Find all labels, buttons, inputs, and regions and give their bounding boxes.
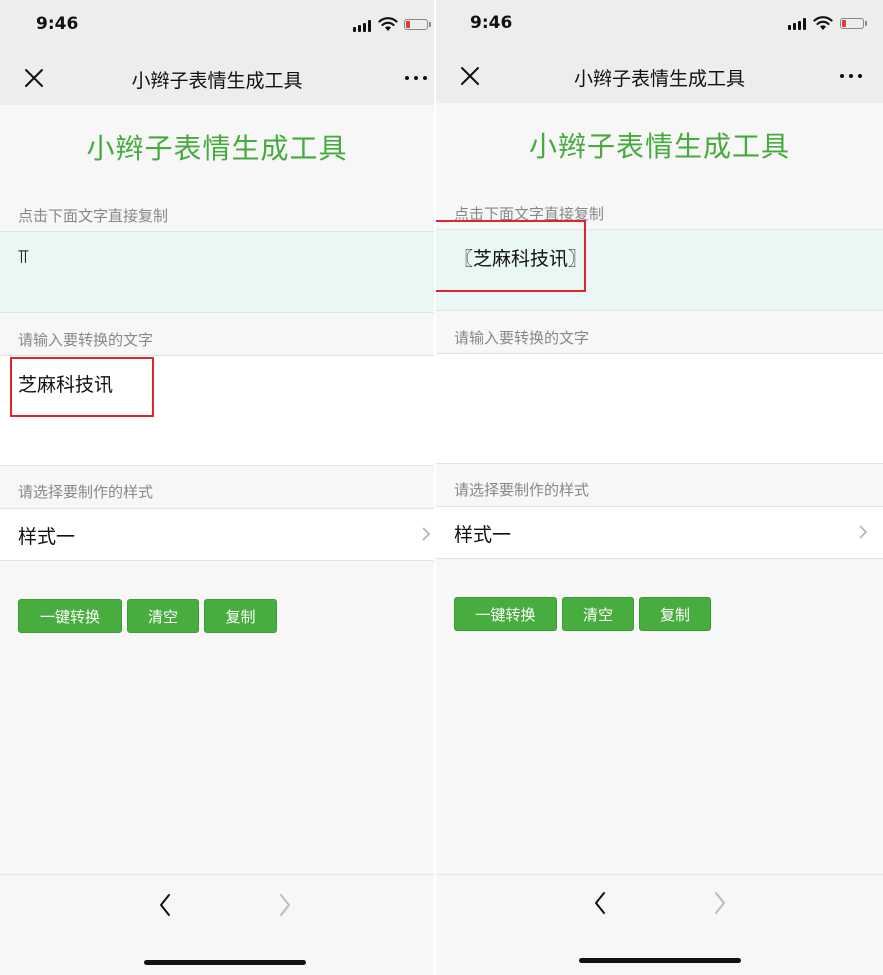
app-title: 小辫子表情生成工具 xyxy=(86,132,348,165)
status-time: 9:46 xyxy=(470,13,513,33)
status-time: 9:46 xyxy=(36,14,79,34)
convert-button[interactable]: 一键转换 xyxy=(18,599,122,633)
tool-content: 小辫子表情生成工具 点击下面文字直接复制 ⫪ 请输入要转换的文字 芝麻科技讯 请… xyxy=(0,105,434,875)
status-bar: 9:46 xyxy=(0,0,434,52)
battery-icon xyxy=(404,19,431,30)
copy-button[interactable]: 复制 xyxy=(204,599,277,633)
style-select-value: 样式一 xyxy=(18,526,76,548)
copy-button[interactable]: 复制 xyxy=(639,597,711,631)
highlight-box xyxy=(10,357,154,417)
forward-arrow-icon[interactable] xyxy=(278,893,292,917)
style-select[interactable]: 样式一 xyxy=(0,508,434,561)
back-arrow-icon[interactable] xyxy=(158,893,172,917)
app-title: 小辫子表情生成工具 xyxy=(528,130,790,163)
style-select-value: 样式一 xyxy=(454,524,512,546)
bottom-toolbar xyxy=(0,874,434,975)
chevron-right-icon xyxy=(859,525,868,539)
tool-content: 小辫子表情生成工具 点击下面文字直接复制 〖芝麻科技讯〗 请输入要转换的文字 请… xyxy=(436,103,883,875)
back-arrow-icon[interactable] xyxy=(593,891,607,915)
more-icon[interactable] xyxy=(405,76,427,80)
convert-button[interactable]: 一键转换 xyxy=(454,597,557,631)
nav-title: 小辫子表情生成工具 xyxy=(573,68,745,90)
action-buttons: 一键转换 清空 复制 xyxy=(454,597,711,631)
signal-icon xyxy=(353,20,371,32)
result-text[interactable]: ⫪ xyxy=(18,246,29,268)
wifi-icon xyxy=(378,17,398,31)
chevron-right-icon xyxy=(422,527,431,541)
copy-hint-label: 点击下面文字直接复制 xyxy=(18,207,169,225)
wifi-icon xyxy=(813,16,833,30)
nav-bar: 小辫子表情生成工具 xyxy=(0,52,434,105)
style-hint-label: 请选择要制作的样式 xyxy=(454,481,590,499)
signal-icon xyxy=(788,18,806,30)
style-hint-label: 请选择要制作的样式 xyxy=(18,483,154,501)
clear-button[interactable]: 清空 xyxy=(562,597,634,631)
forward-arrow-icon[interactable] xyxy=(713,891,727,915)
input-hint-label: 请输入要转换的文字 xyxy=(18,331,154,349)
nav-bar: 小辫子表情生成工具 xyxy=(436,50,883,103)
nav-title: 小辫子表情生成工具 xyxy=(131,70,303,92)
bottom-toolbar xyxy=(436,874,883,975)
style-select[interactable]: 样式一 xyxy=(436,506,883,559)
action-buttons: 一键转换 清空 复制 xyxy=(18,599,277,633)
result-box[interactable]: ⫪ xyxy=(0,231,434,313)
status-bar: 9:46 xyxy=(436,0,883,50)
phone-screen-left: 9:46 小辫子表情生成工具 小辫子表情生成工具 点击下面文字直接复制 ⫪ 请输… xyxy=(0,0,434,975)
home-indicator xyxy=(144,960,306,965)
home-indicator xyxy=(579,958,741,963)
input-hint-label: 请输入要转换的文字 xyxy=(454,329,590,347)
more-icon[interactable] xyxy=(840,74,862,78)
text-input[interactable] xyxy=(436,353,883,464)
battery-icon xyxy=(840,18,867,29)
clear-button[interactable]: 清空 xyxy=(127,599,199,633)
phone-screen-right: 9:46 小辫子表情生成工具 小辫子表情生成工具 点击下面文字直接复制 〖芝麻科… xyxy=(436,0,883,975)
highlight-box xyxy=(436,220,586,292)
